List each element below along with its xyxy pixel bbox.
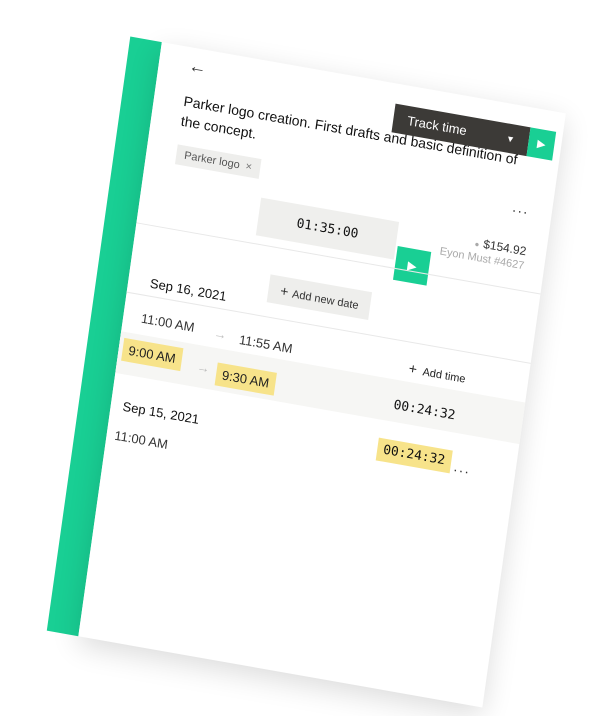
entry-start-time[interactable]: 11:00 AM bbox=[114, 428, 169, 452]
caret-down-icon[interactable]: ▼ bbox=[505, 133, 515, 144]
add-time-label: Add time bbox=[421, 366, 467, 386]
add-time-button[interactable]: + Add time bbox=[408, 360, 467, 386]
arrow-right-icon: → bbox=[212, 325, 228, 343]
add-new-date-label: Add new date bbox=[291, 288, 360, 313]
tag-chip[interactable]: Parker logo × bbox=[174, 144, 262, 179]
close-icon[interactable]: × bbox=[245, 161, 253, 174]
plus-icon: + bbox=[279, 282, 290, 300]
tilted-scene: ← Track time ▼ ▶ Parker logo creation. F… bbox=[46, 36, 610, 708]
entry-date: Sep 16, 2021 bbox=[149, 275, 228, 304]
plus-icon: + bbox=[407, 359, 419, 378]
entry-start-time[interactable]: 11:00 AM bbox=[140, 311, 195, 335]
tag-label: Parker logo bbox=[183, 149, 241, 172]
play-icon[interactable]: ▶ bbox=[526, 127, 557, 161]
play-icon[interactable]: ▶ bbox=[393, 246, 432, 286]
task-detail-card: ← Track time ▼ ▶ Parker logo creation. F… bbox=[78, 42, 566, 708]
entry-date: Sep 15, 2021 bbox=[121, 398, 201, 427]
arrow-left-icon[interactable]: ← bbox=[187, 55, 208, 79]
timer-display[interactable]: 01:35:00 bbox=[255, 197, 400, 260]
more-horizontal-icon[interactable]: ··· bbox=[511, 201, 530, 220]
add-new-date-button[interactable]: + Add new date bbox=[266, 274, 373, 321]
arrow-right-icon: → bbox=[195, 359, 211, 377]
status-dot-icon: ● bbox=[473, 239, 480, 250]
entry-duration-highlighted[interactable]: 00:24:32 bbox=[375, 437, 453, 474]
more-horizontal-icon[interactable]: ··· bbox=[452, 461, 471, 480]
